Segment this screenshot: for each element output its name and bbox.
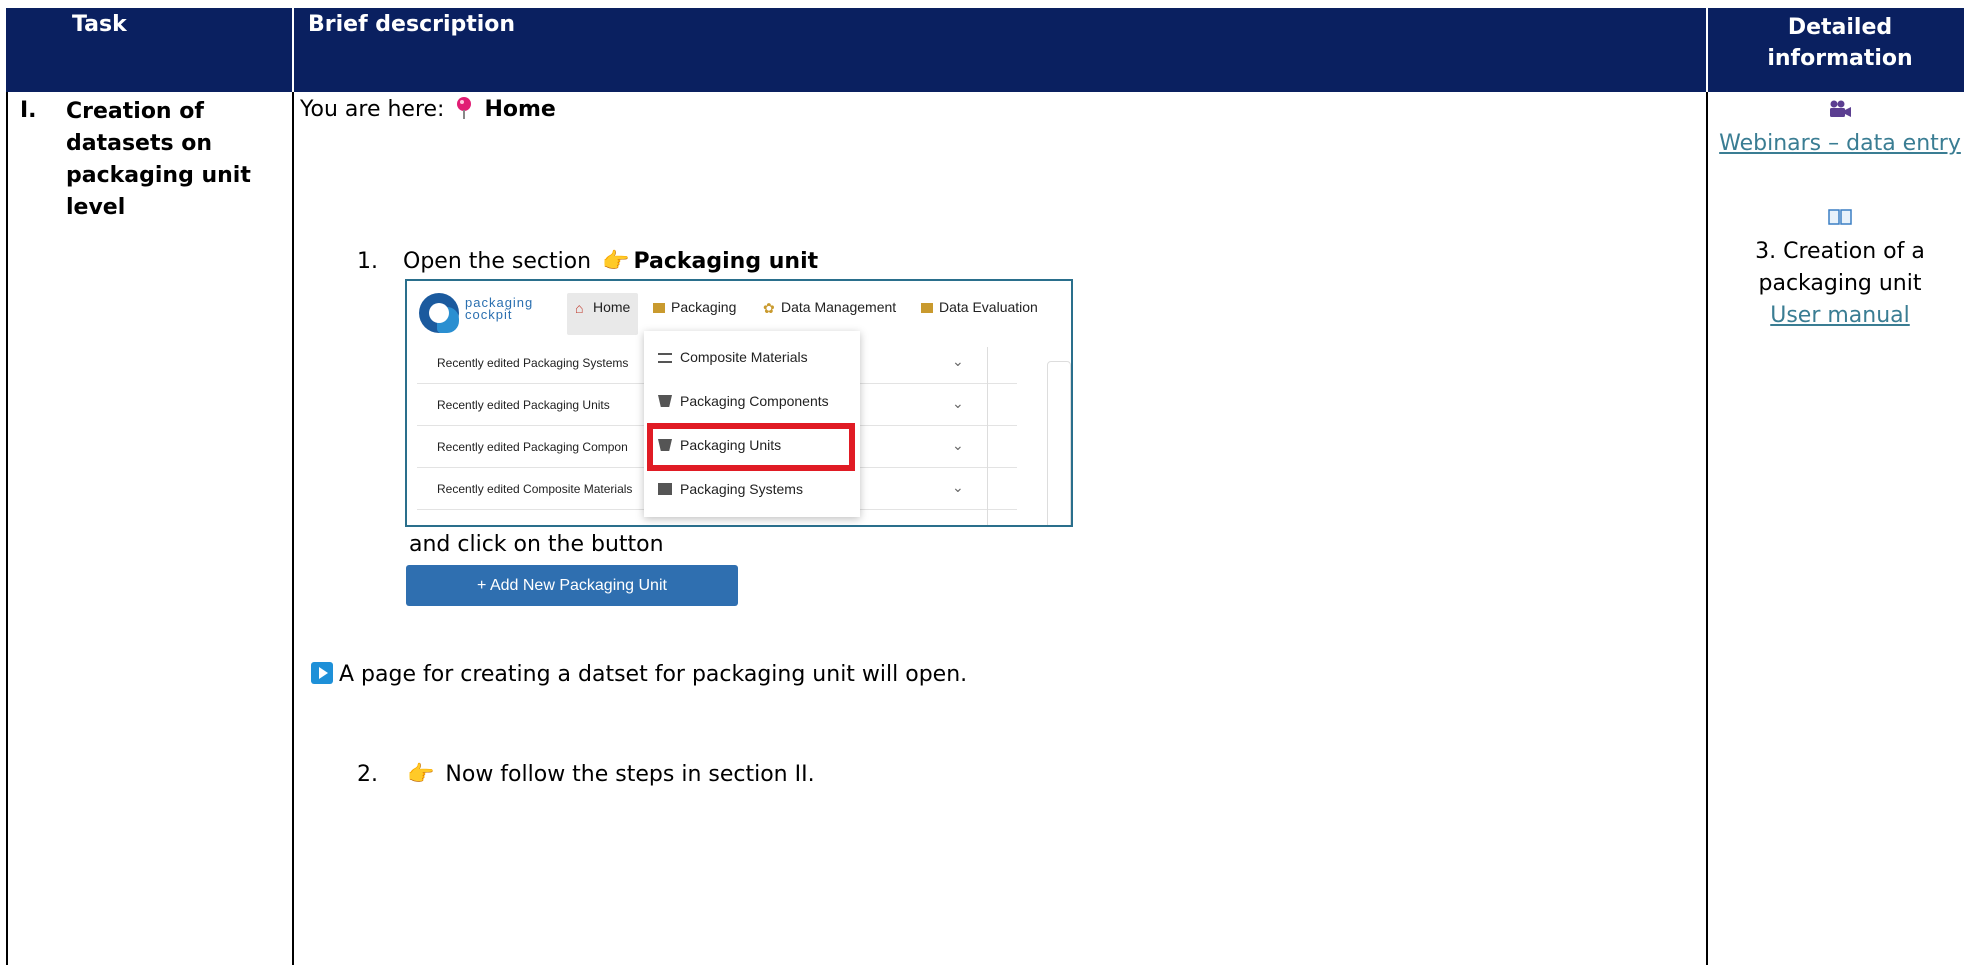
pointing-hand-icon: 👉 <box>407 762 435 787</box>
cup-icon <box>658 395 672 407</box>
video-camera-icon <box>1716 96 1964 128</box>
lines-icon <box>658 353 672 363</box>
webinar-link[interactable]: Webinars – data entry <box>1716 128 1964 160</box>
book-icon <box>1716 204 1964 236</box>
side-panel <box>1047 361 1071 525</box>
you-are-here: You are here: Home <box>300 97 556 122</box>
nav-packaging[interactable]: Packaging <box>653 299 736 329</box>
task-title: Creation of datasets on packaging unit l… <box>66 99 251 220</box>
manual-description: 3. Creation of a packaging unit <box>1755 239 1925 296</box>
header-task: Task <box>72 12 127 37</box>
pointing-hand-icon: 👉 <box>602 249 630 274</box>
step-2-text: Now follow the steps in section II. <box>445 762 815 787</box>
header-divider-2 <box>1706 8 1708 92</box>
play-arrow-icon <box>311 662 333 684</box>
header-detailed-information: Detailed information <box>1767 15 1913 71</box>
panel-divider <box>987 347 988 525</box>
step-1-text: Open the section <box>403 249 592 274</box>
nav-data-management[interactable]: ✿ Data Management <box>763 299 896 329</box>
step-1-number: 1. <box>357 249 378 274</box>
packaging-icon <box>653 303 665 313</box>
row-number: I. <box>20 98 37 123</box>
packaging-cockpit-screenshot: packaging cockpit ⌂ Home Packaging ✿ Data … <box>405 279 1073 527</box>
packaging-cockpit-logo-icon <box>419 293 459 333</box>
step-2-number: 2. <box>357 762 378 787</box>
boxes-icon <box>658 483 672 495</box>
dropdown-item-composite-materials[interactable]: Composite Materials <box>658 349 808 365</box>
and-click-text: and click on the button <box>409 532 664 557</box>
dropdown-item-packaging-systems[interactable]: Packaging Systems <box>658 481 803 497</box>
chevron-down-icon: ⌄ <box>952 353 964 369</box>
gear-icon: ✿ <box>763 300 775 316</box>
chevron-down-icon: ⌄ <box>952 395 964 411</box>
column-divider-2 <box>1706 92 1708 965</box>
chevron-down-icon: ⌄ <box>952 437 964 453</box>
user-manual-link[interactable]: User manual <box>1716 300 1964 332</box>
column-divider-1 <box>292 92 294 965</box>
logo-text: packaging cockpit <box>465 295 534 322</box>
header-divider-1 <box>292 8 294 92</box>
table-header: Task Brief description Detailed informat… <box>6 8 1964 92</box>
home-icon: ⌂ <box>575 300 584 316</box>
table-border-left <box>6 92 8 965</box>
you-are-here-location: Home <box>484 97 556 122</box>
chart-icon <box>921 303 933 313</box>
you-are-here-label: You are here: <box>300 97 445 122</box>
add-new-packaging-unit-button[interactable]: + Add New Packaging Unit <box>406 565 738 606</box>
nav-home[interactable]: ⌂ Home <box>567 293 639 335</box>
header-brief-description: Brief description <box>308 12 516 37</box>
result-note: A page for creating a datset for packagi… <box>311 662 967 687</box>
step-1-section: Packaging unit <box>633 249 819 274</box>
dropdown-item-packaging-components[interactable]: Packaging Components <box>658 393 829 409</box>
detail-column: Webinars – data entry 3. Creation of a p… <box>1716 96 1964 332</box>
highlight-frame <box>647 423 855 471</box>
chevron-down-icon: ⌄ <box>952 479 964 495</box>
map-pin-icon <box>457 97 472 119</box>
nav-data-evaluation[interactable]: Data Evaluation <box>921 299 1038 329</box>
